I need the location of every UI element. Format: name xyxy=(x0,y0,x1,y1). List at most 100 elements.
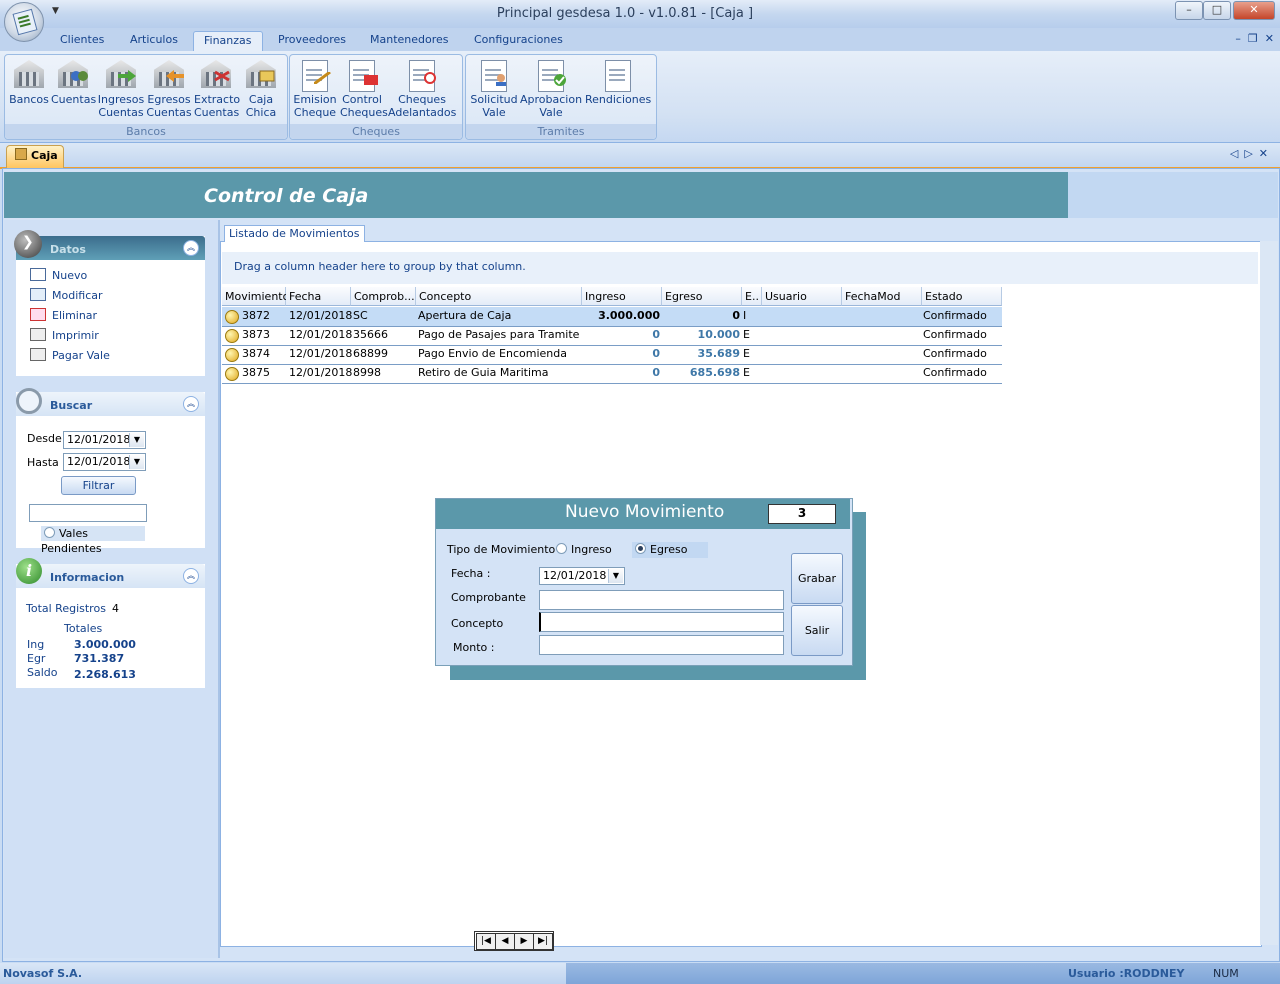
cell-comprobante: 35666 xyxy=(353,328,388,341)
cell-egreso: 685.698 xyxy=(689,366,740,379)
tab-mantenedores[interactable]: Mantenedores xyxy=(360,31,459,51)
cell-estado: Confirmado xyxy=(923,366,987,379)
ingreso-radio[interactable] xyxy=(556,543,567,554)
egreso-radio[interactable] xyxy=(635,543,646,554)
coins-icon xyxy=(225,310,239,324)
next-record-icon[interactable]: ▶ xyxy=(514,933,534,950)
column-header-tipo[interactable]: E.. xyxy=(742,287,762,306)
egresos-cuentas-button[interactable]: Egresos Cuentas xyxy=(146,58,192,119)
extracto-cuentas-button[interactable]: Extracto Cuentas xyxy=(194,58,240,119)
info-panel-header[interactable]: i Informacion ︽ xyxy=(16,558,205,588)
concepto-label: Concepto xyxy=(451,617,504,630)
table-row[interactable]: 3872 12/01/2018 SC Apertura de Caja 3.00… xyxy=(222,307,1002,327)
app-menu-button[interactable] xyxy=(4,2,44,42)
collapse-icon[interactable]: ︽ xyxy=(183,396,199,412)
ingresos-cuentas-button[interactable]: Ingresos Cuentas xyxy=(97,58,145,119)
close-button[interactable]: ✕ xyxy=(1233,1,1275,20)
egreso-option[interactable]: Egreso xyxy=(632,542,708,558)
total-registros-value: 4 xyxy=(112,602,119,615)
monto-input[interactable] xyxy=(539,635,784,655)
concepto-input[interactable] xyxy=(539,612,784,632)
side-item-label: Pagar Vale xyxy=(52,349,110,362)
cell-fecha: 12/01/2018 xyxy=(289,347,353,360)
cell-comprobante: SC xyxy=(353,309,368,322)
table-row[interactable]: 3874 12/01/2018 68899 Pago Envio de Enco… xyxy=(222,345,1002,365)
column-header-egreso[interactable]: Egreso xyxy=(662,287,742,306)
totales-label: Totales xyxy=(64,622,103,635)
mdi-controls[interactable]: – ❐ ✕ xyxy=(1235,32,1274,45)
last-record-icon[interactable]: ▶| xyxy=(533,933,553,950)
prev-record-icon[interactable]: ◀ xyxy=(495,933,515,950)
group-by-bar[interactable]: Drag a column header here to group by th… xyxy=(222,252,1258,284)
solicitud-vale-button[interactable]: Solicitud Vale xyxy=(469,58,519,119)
column-header-ingreso[interactable]: Ingreso xyxy=(582,287,662,306)
tab-configuraciones[interactable]: Configuraciones xyxy=(464,31,573,51)
filtrar-button[interactable]: Filtrar xyxy=(61,476,136,495)
grid-side-bar xyxy=(1260,241,1278,945)
salir-button[interactable]: Salir xyxy=(791,605,843,656)
cheques-adelantados-button[interactable]: Cheques Adelantados xyxy=(388,58,456,119)
tab-finanzas[interactable]: Finanzas xyxy=(193,31,263,52)
emision-cheque-button[interactable]: Emision Cheque xyxy=(293,58,337,119)
chevron-down-icon[interactable]: ▼ xyxy=(129,455,144,469)
first-record-icon[interactable]: |◀ xyxy=(476,933,496,950)
hasta-date-picker[interactable]: 12/01/2018 ▼ xyxy=(63,453,146,471)
coins-icon xyxy=(225,329,239,343)
button-label: Aprobacion Vale xyxy=(520,93,583,119)
column-header-comprobante[interactable]: Comprob... xyxy=(351,287,416,306)
maximize-button[interactable]: □ xyxy=(1203,1,1231,20)
datos-panel-header[interactable]: ❯ Datos ︽ xyxy=(14,230,205,260)
buscar-panel-header[interactable]: Buscar ︽ xyxy=(16,388,205,416)
side-item-eliminar[interactable]: Eliminar xyxy=(30,306,205,326)
tab-articulos[interactable]: Articulos xyxy=(120,31,188,51)
tab-clientes[interactable]: Clientes xyxy=(50,31,114,51)
comprobante-input[interactable] xyxy=(539,590,784,610)
minimize-button[interactable]: – xyxy=(1175,1,1203,20)
aprobacion-vale-button[interactable]: Aprobacion Vale xyxy=(520,58,582,119)
cell-tipo: I xyxy=(743,309,747,322)
side-item-modificar[interactable]: Modificar xyxy=(30,286,205,306)
grabar-button[interactable]: Grabar xyxy=(791,553,843,604)
vales-pendientes-radio[interactable] xyxy=(44,527,55,538)
cell-ingreso: 0 xyxy=(652,347,660,360)
cell-fecha: 12/01/2018 xyxy=(289,309,353,322)
monto-label: Monto : xyxy=(453,641,495,654)
side-item-imprimir[interactable]: Imprimir xyxy=(30,326,205,346)
coins-icon xyxy=(225,367,239,381)
cell-egreso: 10.000 xyxy=(697,328,740,341)
search-input[interactable] xyxy=(29,504,147,522)
tab-proveedores[interactable]: Proveedores xyxy=(268,31,356,51)
collapse-icon[interactable]: ︽ xyxy=(183,568,199,584)
tab-listado-movimientos[interactable]: Listado de Movimientos xyxy=(224,225,365,242)
cell-concepto: Apertura de Caja xyxy=(418,309,512,322)
button-label: Bancos xyxy=(9,93,49,106)
side-item-pagar-vale[interactable]: Pagar Vale xyxy=(30,346,205,366)
table-row[interactable]: 3873 12/01/2018 35666 Pago de Pasajes pa… xyxy=(222,326,1002,346)
egr-label: Egr xyxy=(27,652,46,665)
side-item-nuevo[interactable]: Nuevo xyxy=(30,266,205,286)
table-row[interactable]: 3875 12/01/2018 8998 Retiro de Guia Mari… xyxy=(222,364,1002,384)
column-header-usuario[interactable]: Usuario xyxy=(762,287,842,306)
chevron-down-icon[interactable]: ▼ xyxy=(129,433,144,447)
cell-ingreso: 0 xyxy=(652,366,660,379)
collapse-icon[interactable]: ︽ xyxy=(183,240,199,256)
column-header-fechamod[interactable]: FechaMod xyxy=(842,287,922,306)
fecha-date-picker[interactable]: 12/01/2018 ▼ xyxy=(539,567,625,585)
cuentas-button[interactable]: Cuentas xyxy=(51,58,96,106)
control-cheques-button[interactable]: Control Cheques xyxy=(340,58,388,119)
desde-date-picker[interactable]: 12/01/2018 ▼ xyxy=(63,431,146,449)
column-header-fecha[interactable]: Fecha xyxy=(286,287,351,306)
vales-pendientes-option[interactable]: Vales Pendientes xyxy=(41,526,145,555)
ingreso-option[interactable]: Ingreso xyxy=(556,542,628,558)
doc-tab-nav[interactable]: ◁▷✕ xyxy=(1230,147,1274,160)
rendiciones-button[interactable]: Rendiciones xyxy=(585,58,651,106)
column-header-movimiento[interactable]: Movimiento xyxy=(222,287,289,306)
column-header-concepto[interactable]: Concepto xyxy=(416,287,582,306)
chevron-down-icon[interactable]: ▼ xyxy=(608,569,623,583)
column-header-estado[interactable]: Estado xyxy=(922,287,1002,306)
record-navigator: |◀ ◀ ▶ ▶| xyxy=(474,931,554,951)
hasta-label: Hasta xyxy=(27,456,59,469)
doc-tab-caja[interactable]: Caja xyxy=(6,145,64,168)
caja-chica-button[interactable]: Caja Chica xyxy=(242,58,280,119)
bancos-button[interactable]: Bancos xyxy=(8,58,50,106)
